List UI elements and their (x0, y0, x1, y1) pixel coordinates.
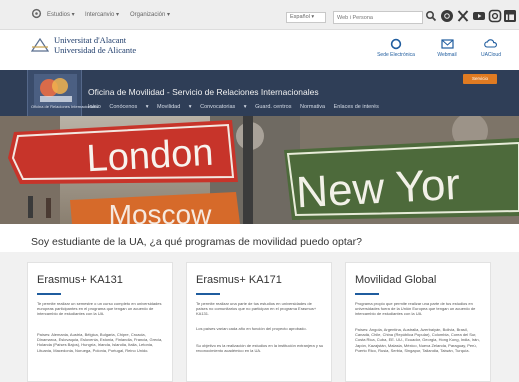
top-utility-bar: Estudios ▾ Intercanvio ▾ Organización ▾ … (0, 0, 519, 30)
top-menu-estudios[interactable]: Estudios ▾ (47, 10, 75, 20)
card-description: Te permite realizar un semestre o un cur… (37, 301, 162, 317)
nav-item-enlaces[interactable]: Enlaces de interés (334, 104, 379, 110)
instagram-icon[interactable] (440, 9, 454, 23)
card-countries: Países: Alemania, Austria, Bélgica, Bulg… (37, 332, 163, 353)
office-title: Oficina de Movilidad - Servicio de Relac… (88, 87, 319, 97)
search-icon[interactable] (425, 9, 437, 23)
university-name-valencian[interactable]: Universitat d'Alacant (54, 35, 126, 45)
oficina-logo-icon (34, 74, 77, 106)
servicio-button[interactable]: Servicio (463, 74, 497, 84)
search-input[interactable] (333, 11, 423, 24)
nav-item-guard-centros[interactable]: Guard. centros (255, 104, 291, 110)
hero-sign-new-york: New Yor (295, 160, 461, 218)
card-title[interactable]: Erasmus+ KA131 (37, 273, 123, 287)
settings-icon[interactable] (31, 8, 42, 22)
oficina-badge-text: Oficina de Relaciones Internacionales (31, 104, 99, 109)
card-description: Programa propio que permite realizar una… (355, 301, 476, 317)
nav-item-normativa[interactable]: Normativa (300, 104, 325, 110)
card-divider (37, 293, 61, 295)
hero-signposts-image: London New Yor Moscow (0, 116, 519, 224)
hero-sign-moscow: Moscow (109, 199, 212, 224)
webmail-link[interactable]: Webmail (425, 38, 469, 66)
card-countries: Los países varían cada año en función de… (196, 326, 307, 331)
card-movilidad-global[interactable]: Movilidad Global Programa propio que per… (345, 262, 491, 382)
page: Estudios ▾ Intercanvio ▾ Organización ▾ … (0, 0, 519, 382)
uacloud-label: UACloud (480, 52, 501, 58)
university-name-spanish[interactable]: Universidad de Alicante (54, 45, 136, 55)
webmail-label: Webmail (437, 52, 457, 58)
hero-banner: London New Yor Moscow (0, 116, 519, 224)
card-description: Te permite realizar una parte de tus est… (196, 301, 317, 317)
oficina-badge[interactable]: Oficina de Relaciones Internacionales (27, 70, 99, 116)
uacloud-link[interactable]: UACloud (469, 38, 513, 66)
section-navbar: Oficina de Relaciones Internacionales Of… (0, 70, 519, 116)
card-countries: Países: Angola, Argentina, Australia, Az… (355, 327, 480, 353)
linkedin-icon[interactable] (503, 9, 517, 23)
card-divider (355, 293, 379, 295)
section-nav: Inicio Conócenos ▾ Movilidad ▾ Convocato… (88, 103, 386, 111)
sede-electronica-icon (390, 38, 402, 50)
language-select[interactable]: Español ▾ (286, 12, 326, 23)
card-title[interactable]: Movilidad Global (355, 273, 436, 287)
card-objective: Su objetivo es la realización de estudio… (196, 343, 324, 354)
card-title[interactable]: Erasmus+ KA171 (196, 273, 282, 287)
nav-item-inicio[interactable]: Inicio (88, 104, 101, 110)
university-logo-icon[interactable] (31, 36, 49, 52)
mobility-question-heading: Soy estudiante de la UA, ¿a qué programa… (31, 236, 362, 248)
instagram-alt-icon[interactable] (488, 9, 502, 23)
youtube-icon[interactable] (472, 9, 486, 23)
hero-sign-london: London (86, 132, 215, 181)
sede-electronica-label: Sede Electrónica (377, 52, 415, 58)
nav-item-movilidad[interactable]: Movilidad ▾ (157, 104, 192, 110)
nav-item-conocenos[interactable]: Conócenos ▾ (109, 104, 148, 110)
card-erasmus-ka171[interactable]: Erasmus+ KA171 Te permite realizar una p… (186, 262, 332, 382)
top-menu-intercanvio[interactable]: Intercanvio ▾ (85, 10, 119, 20)
cloud-icon (484, 39, 497, 48)
mail-icon (440, 39, 454, 49)
nav-item-convocatorias[interactable]: Convocatorias ▾ (200, 104, 246, 110)
x-icon[interactable] (456, 9, 470, 23)
card-erasmus-ka131[interactable]: Erasmus+ KA131 Te permite realizar un se… (27, 262, 173, 382)
card-divider (196, 293, 220, 295)
university-header: Universitat d'Alacant Universidad de Ali… (0, 30, 519, 70)
top-menu-organizacion[interactable]: Organización ▾ (130, 10, 170, 20)
sede-electronica-link[interactable]: Sede Electrónica (374, 38, 418, 66)
